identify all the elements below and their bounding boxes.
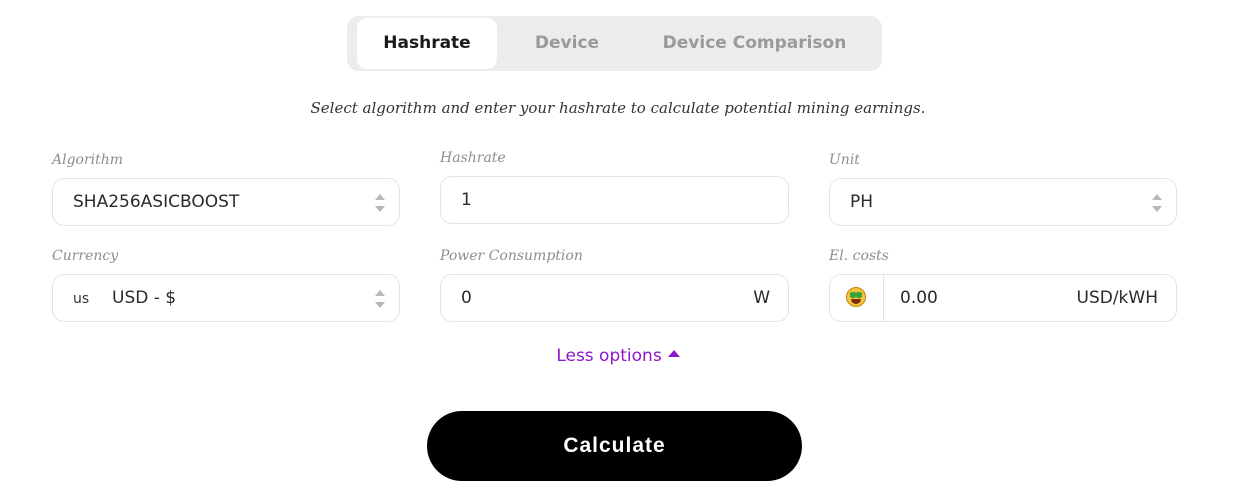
el-costs-label: El. costs [829,248,889,264]
power-unit-suffix: W [753,288,770,308]
tab-hashrate[interactable]: Hashrate [357,18,497,69]
power-consumption-input[interactable]: 0 W [440,274,789,322]
power-consumption-value: 0 [461,288,472,308]
unit-value: PH [850,192,874,212]
el-costs-value: 0.00 [900,288,938,308]
select-arrows-icon [375,290,385,308]
less-options-link[interactable]: Less options [0,346,1236,366]
algorithm-select[interactable]: SHA256ASICBOOST [52,178,400,226]
select-arrows-icon [375,194,385,212]
less-options-label: Less options [556,346,662,366]
el-costs-input[interactable]: 0.00 USD/kWH [829,274,1177,322]
money-mouth-face-icon [830,275,884,321]
mode-tabs: Hashrate Device Device Comparison [347,16,882,71]
algorithm-value: SHA256ASICBOOST [73,192,240,212]
el-costs-unit-suffix: USD/kWH [1076,288,1159,308]
hashrate-label: Hashrate [440,150,506,166]
select-arrows-icon [1152,194,1162,212]
tab-device-comparison[interactable]: Device Comparison [637,18,872,69]
unit-select[interactable]: PH [829,178,1177,226]
hashrate-input[interactable]: 1 [440,176,789,224]
currency-label: Currency [52,248,119,264]
unit-label: Unit [829,152,860,168]
hashrate-value: 1 [461,190,472,210]
currency-value: USD - $ [112,288,177,308]
caret-up-icon [667,350,680,357]
us-flag-icon: us [73,291,90,307]
tab-device[interactable]: Device [507,18,627,69]
calculate-button[interactable]: Calculate [427,411,802,481]
currency-select[interactable]: us USD - $ [52,274,400,322]
power-consumption-label: Power Consumption [440,248,583,264]
algorithm-label: Algorithm [52,152,124,168]
page-subtitle: Select algorithm and enter your hashrate… [310,99,926,117]
